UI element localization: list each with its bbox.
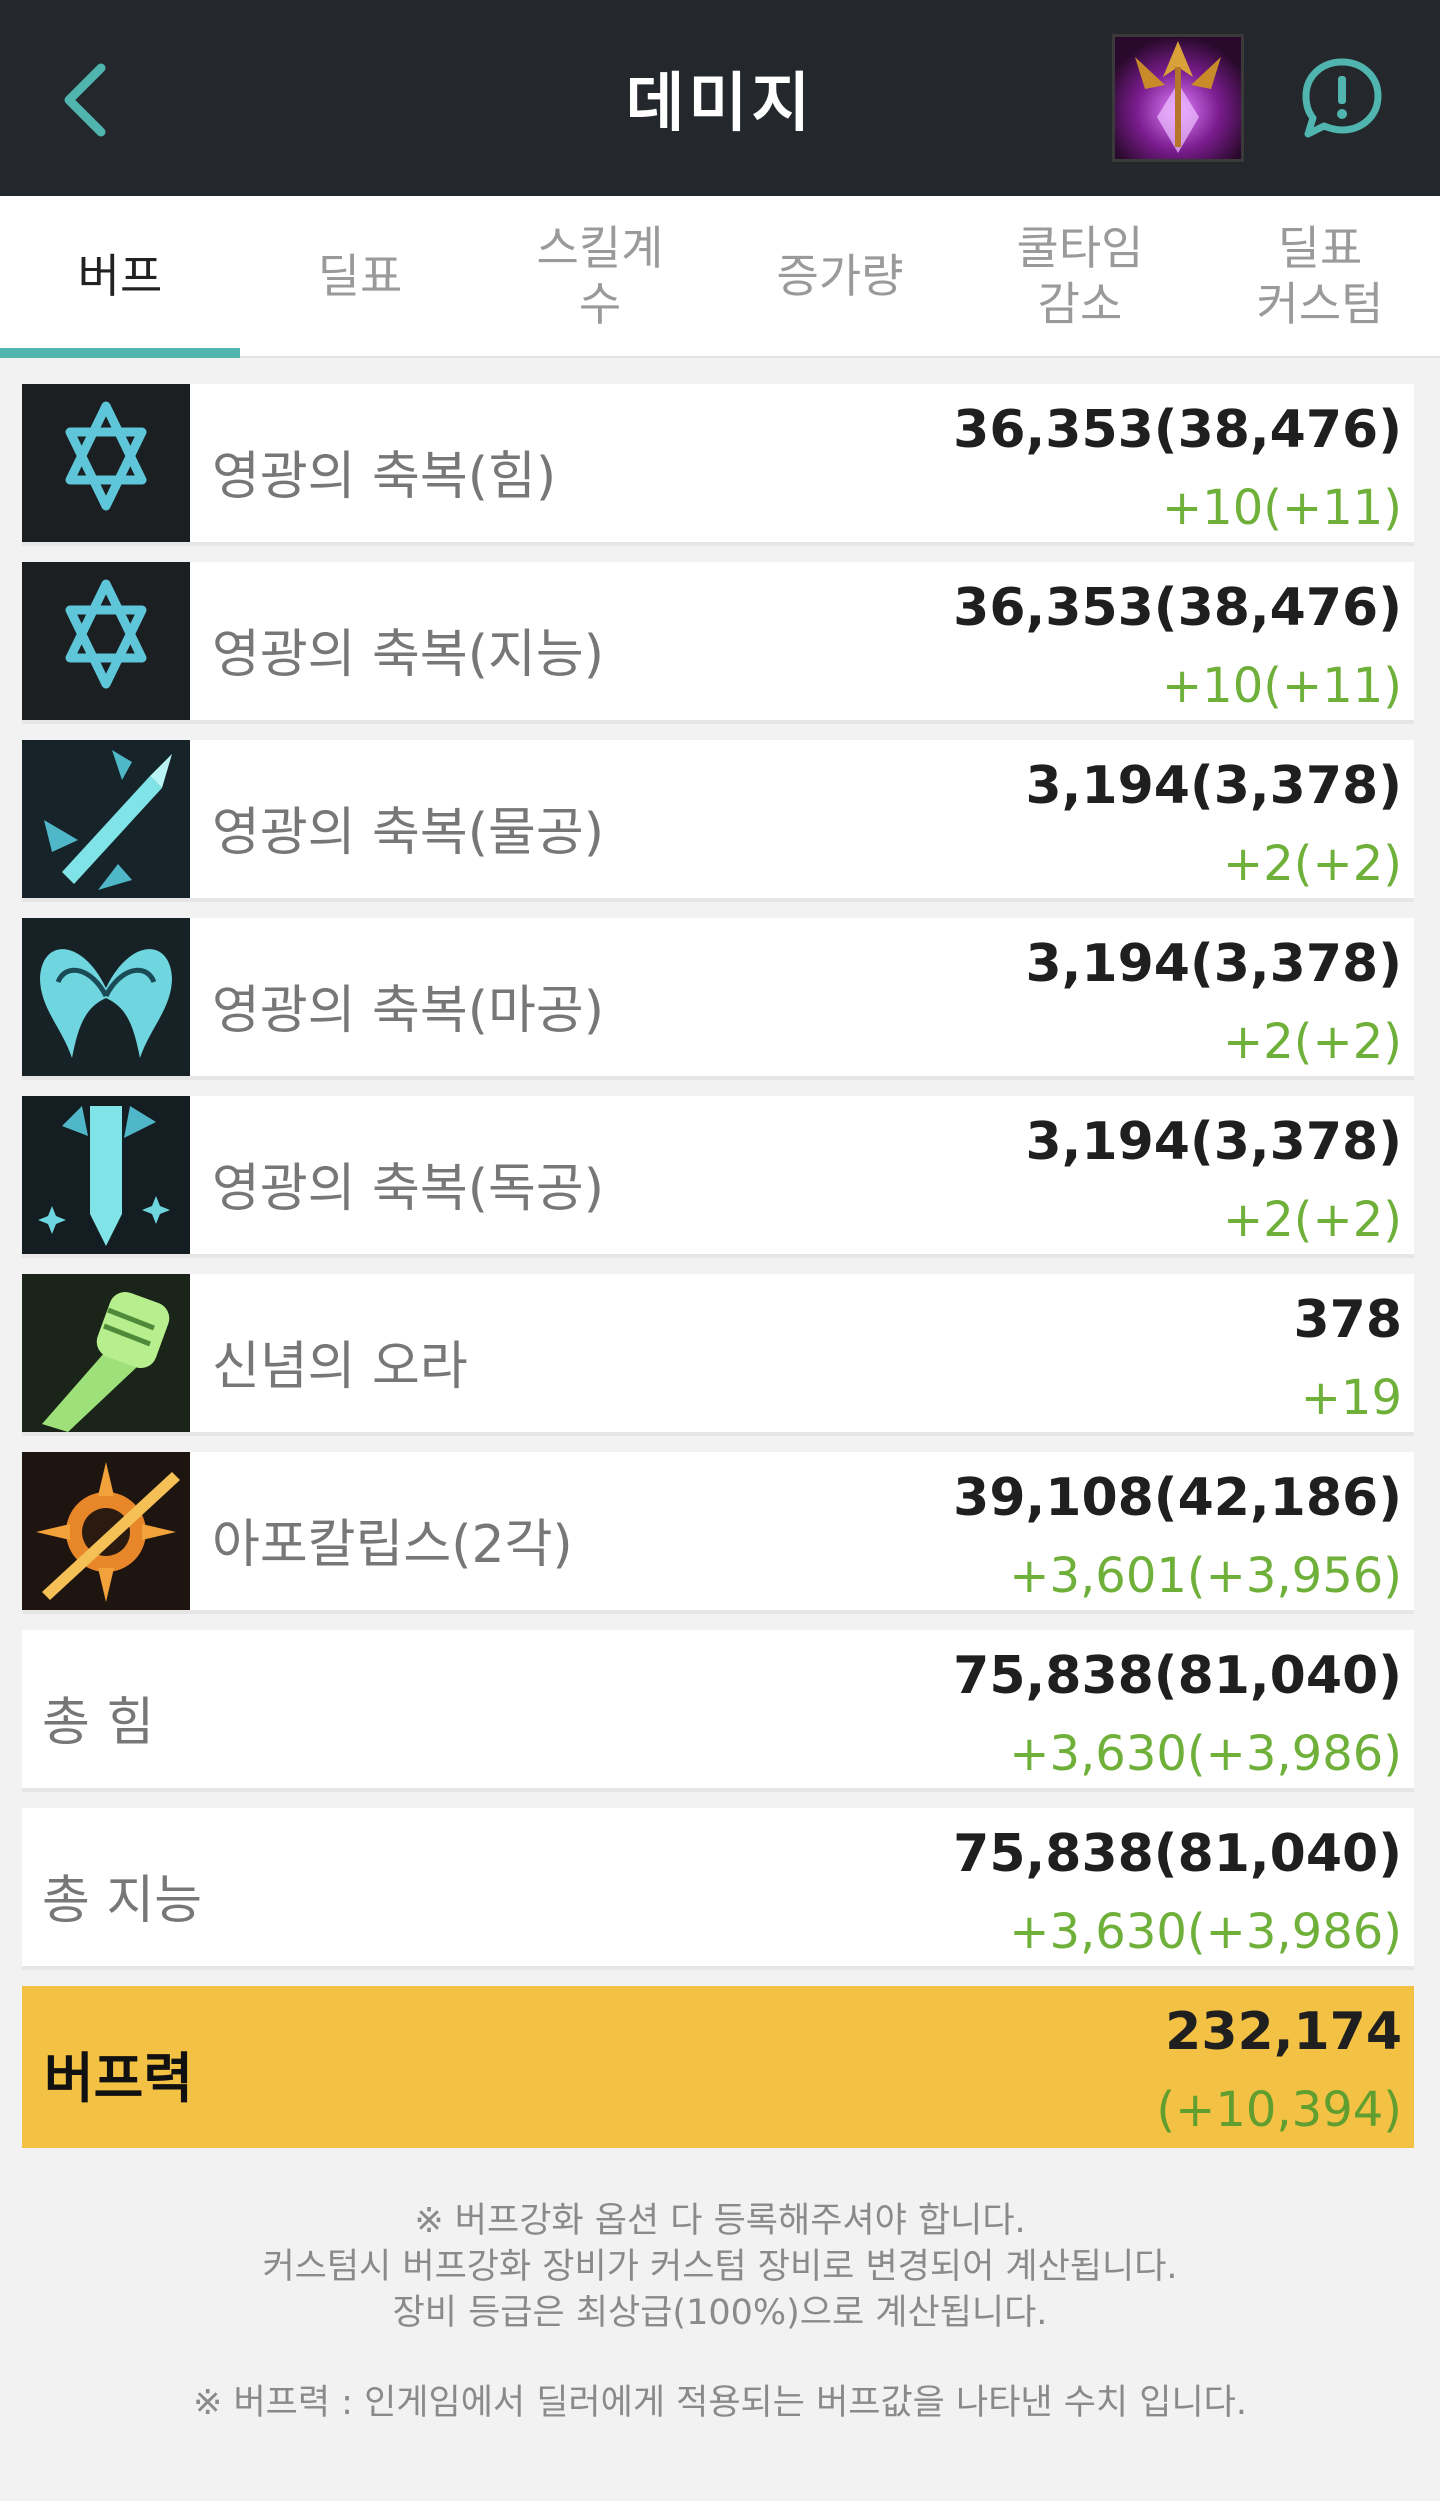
- total-intelligence-row: 총 지능 75,838(81,040) +3,630(+3,986): [22, 1808, 1414, 1970]
- buff-row: 영광의 축복(힘) 36,353(38,476) +10(+11): [22, 384, 1414, 546]
- tab-buff[interactable]: 버프: [0, 196, 240, 358]
- buff-increase: +3,601(+3,956): [1009, 1548, 1402, 1604]
- sword-icon: [22, 740, 190, 898]
- buff-row: 아포칼립스(2각) 39,108(42,186) +3,601(+3,956): [22, 1452, 1414, 1614]
- buff-increase: +19: [1300, 1370, 1402, 1426]
- footnote-buff-power: ※ 버프력 : 인게임에서 딜러에게 적용되는 버프값을 나타낸 수치 입니다.: [0, 2380, 1440, 2426]
- tab-increase[interactable]: 증가량: [720, 196, 960, 356]
- footnote-block: ※ 버프강화 옵션 다 등록해주셔야 합니다. 커스텀시 버프강화 장비가 커스…: [0, 2198, 1440, 2336]
- tab-deal-table[interactable]: 딜표: [240, 196, 480, 356]
- character-portrait-icon: [1115, 37, 1241, 159]
- info-button[interactable]: [1300, 56, 1384, 140]
- hexagram-icon: [22, 562, 190, 720]
- total-increase: +3,630(+3,986): [1009, 1904, 1402, 1960]
- buff-value: 3,194(3,378): [1025, 756, 1403, 816]
- apocalypse-burst-icon: [22, 1452, 190, 1610]
- tab-deal-custom[interactable]: 딜표 커스텀: [1200, 196, 1440, 356]
- buff-name: 아포칼립스(2각): [212, 1515, 573, 1575]
- summary-increase: (+10,394): [1156, 2082, 1402, 2138]
- buff-row: 영광의 축복(물공) 3,194(3,378) +2(+2): [22, 740, 1414, 902]
- buff-name: 영광의 축복(지능): [212, 625, 604, 685]
- buff-value: 3,194(3,378): [1025, 934, 1403, 994]
- buff-increase: +2(+2): [1223, 1014, 1402, 1070]
- total-strength-row: 총 힘 75,838(81,040) +3,630(+3,986): [22, 1630, 1414, 1792]
- buff-name: 영광의 축복(물공): [212, 803, 604, 863]
- buff-increase: +2(+2): [1223, 836, 1402, 892]
- buff-value: 378: [1293, 1290, 1402, 1350]
- footnote-line: 커스텀시 버프강화 장비가 커스텀 장비로 변경되어 계산됩니다.: [262, 2247, 1178, 2287]
- buff-name: 영광의 축복(독공): [212, 1159, 604, 1219]
- total-label: 총 힘: [42, 1693, 155, 1753]
- footnote-line: 장비 등급은 최상급(100%)으로 계산됩니다.: [392, 2293, 1048, 2333]
- buff-increase: +10(+11): [1161, 658, 1402, 714]
- buff-name: 영광의 축복(마공): [212, 981, 604, 1041]
- buff-row: 영광의 축복(독공) 3,194(3,378) +2(+2): [22, 1096, 1414, 1258]
- summary-value: 232,174: [1165, 2002, 1402, 2062]
- buff-list: 영광의 축복(힘) 36,353(38,476) +10(+11) 영광의 축복…: [22, 384, 1414, 2148]
- buff-row: 영광의 축복(지능) 36,353(38,476) +10(+11): [22, 562, 1414, 724]
- chevron-left-icon: [64, 63, 106, 137]
- total-value: 75,838(81,040): [953, 1646, 1402, 1706]
- total-increase: +3,630(+3,986): [1009, 1726, 1402, 1782]
- character-avatar[interactable]: [1112, 34, 1244, 162]
- buff-increase: +2(+2): [1223, 1192, 1402, 1248]
- total-label: 총 지능: [42, 1871, 203, 1931]
- buff-row: 신념의 오라 378 +19: [22, 1274, 1414, 1436]
- buff-row: 영광의 축복(마공) 3,194(3,378) +2(+2): [22, 918, 1414, 1080]
- buff-name: 영광의 축복(힘): [212, 447, 557, 507]
- hexagram-icon: [22, 384, 190, 542]
- tab-cooldown-reduction[interactable]: 쿨타임 감소: [960, 196, 1200, 356]
- footnote-line: ※ 버프강화 옵션 다 등록해주셔야 합니다.: [414, 2201, 1026, 2241]
- buff-value: 36,353(38,476): [953, 578, 1402, 638]
- tab-bar: 버프 딜표 스킬계 수 증가량 쿨타임 감소 딜표 커스텀: [0, 196, 1440, 358]
- app-header: 데미지: [0, 0, 1440, 196]
- buff-name: 신념의 오라: [212, 1337, 468, 1397]
- tab-skill-coefficient[interactable]: 스킬계 수: [480, 196, 720, 356]
- wings-icon: [22, 918, 190, 1076]
- total-value: 75,838(81,040): [953, 1824, 1402, 1884]
- buff-value: 39,108(42,186): [953, 1468, 1402, 1528]
- alert-chat-icon: [1302, 58, 1382, 138]
- summary-label: 버프력: [44, 2047, 194, 2110]
- buff-value: 3,194(3,378): [1025, 1112, 1403, 1172]
- raised-fist-icon: [22, 1274, 190, 1432]
- footnote-line: ※ 버프력 : 인게임에서 딜러에게 적용되는 버프값을 나타낸 수치 입니다.: [193, 2383, 1247, 2423]
- buff-value: 36,353(38,476): [953, 400, 1402, 460]
- blade-sparkle-icon: [22, 1096, 190, 1254]
- buff-increase: +10(+11): [1161, 480, 1402, 536]
- back-button[interactable]: [40, 55, 130, 145]
- buff-power-summary: 버프력 232,174 (+10,394): [22, 1986, 1414, 2148]
